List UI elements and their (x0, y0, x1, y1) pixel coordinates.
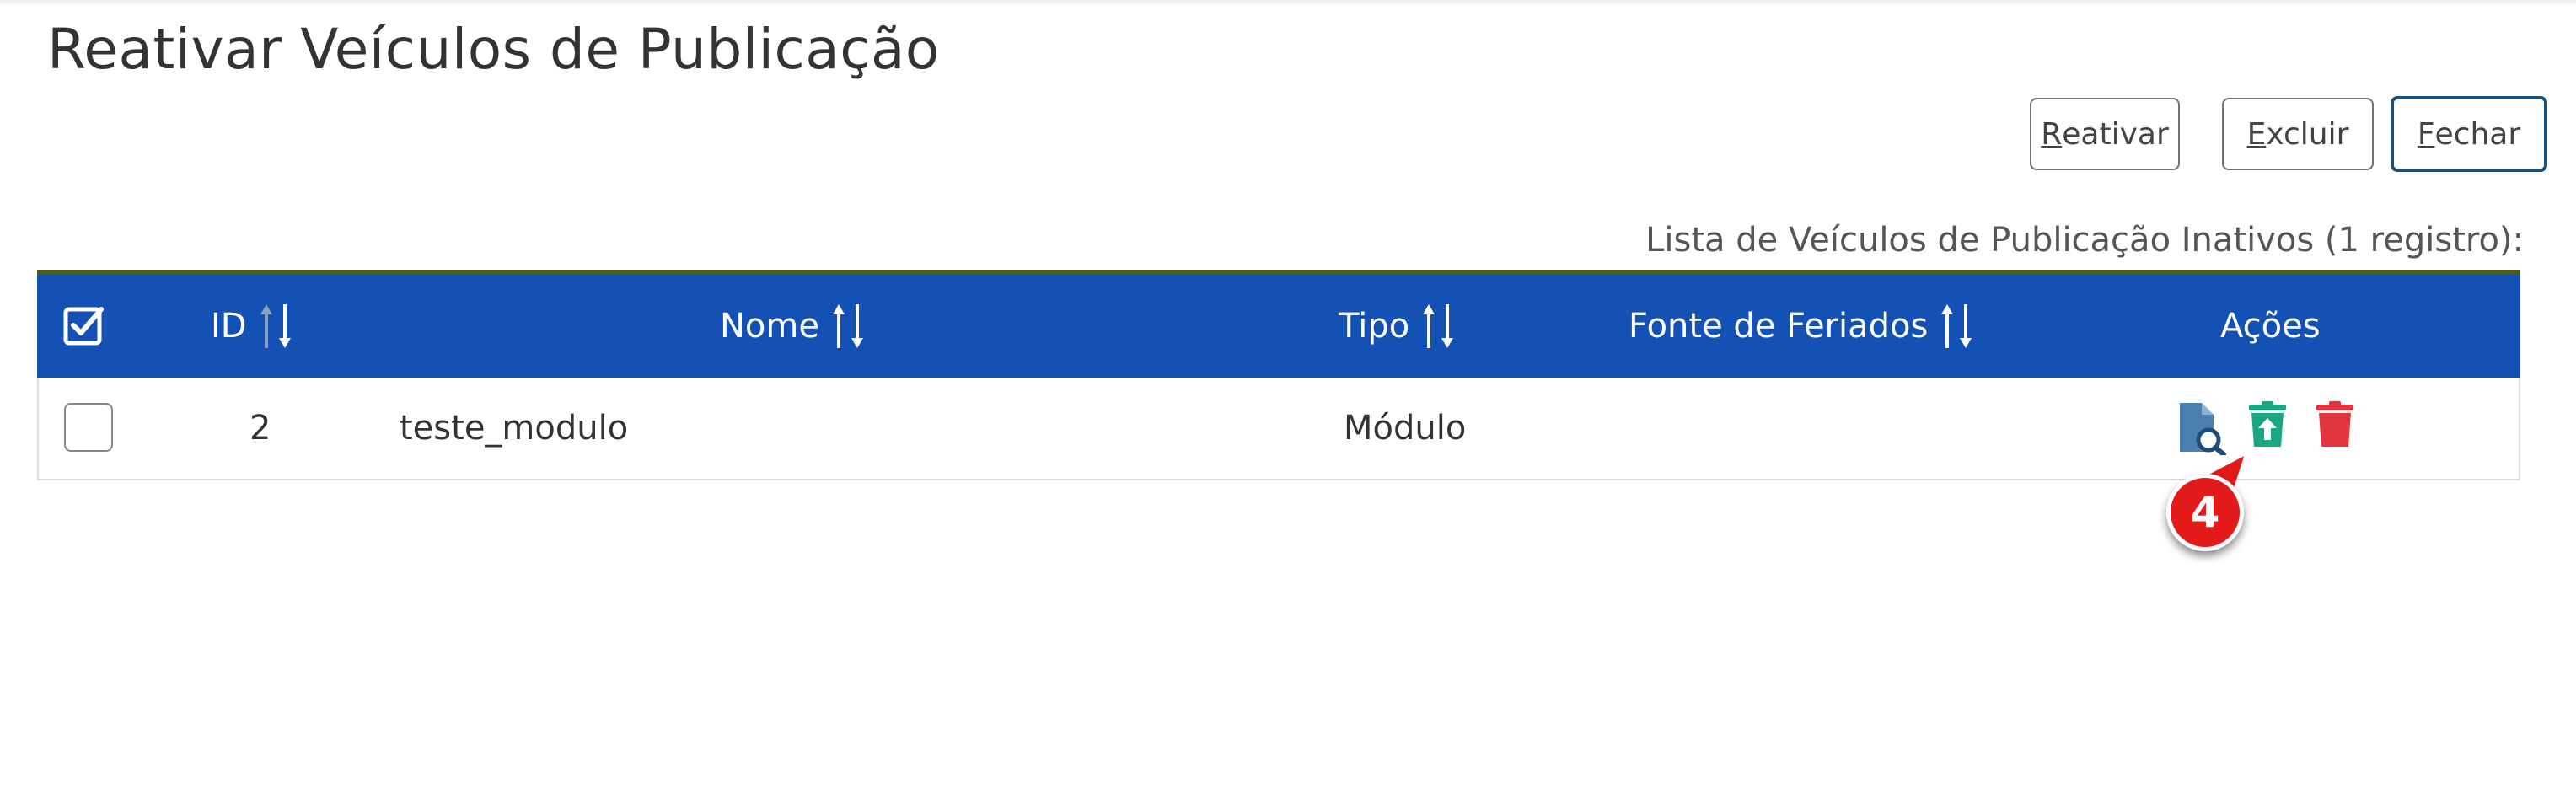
sort-icon (831, 303, 865, 350)
table-header: ID Nome Tipo Fonte de Feriados Ações (37, 275, 2520, 378)
trash-icon (2316, 401, 2353, 447)
excluir-label: xcluir (2266, 116, 2349, 152)
sort-icon (1421, 303, 1455, 350)
reativar-button[interactable]: Reativar (2030, 98, 2180, 170)
fechar-accel: F (2417, 116, 2435, 152)
page-title: Reativar Veículos de Publicação (47, 17, 940, 82)
column-header-id-label: ID (211, 307, 247, 346)
column-header-fonte-feriados[interactable]: Fonte de Feriados (1629, 275, 1973, 378)
document-search-icon (2180, 403, 2226, 457)
reativar-accel: R (2041, 116, 2063, 152)
cell-tipo: Módulo (1344, 409, 1467, 448)
table-caption: Lista de Veículos de Publicação Inativos… (1645, 221, 2524, 260)
fechar-button[interactable]: Fechar (2391, 96, 2547, 172)
step-callout-badge: 4 (2166, 474, 2244, 551)
excluir-accel: E (2246, 116, 2267, 152)
reactivate-action[interactable] (2247, 401, 2288, 452)
column-header-acoes: Ações (2220, 307, 2321, 346)
fechar-label: echar (2434, 116, 2521, 152)
table-row: 2 teste_modulo Módulo (37, 378, 2520, 480)
excluir-button[interactable]: Excluir (2222, 98, 2374, 170)
top-edge (0, 0, 2576, 5)
column-header-fonte-label: Fonte de Feriados (1629, 307, 1929, 346)
cell-id: 2 (250, 409, 271, 448)
row-checkbox[interactable] (64, 403, 113, 452)
sort-icon (1940, 303, 1973, 350)
cell-nome: teste_modulo (400, 409, 629, 448)
column-header-nome[interactable]: Nome (720, 275, 865, 378)
reactivate-trash-icon (2249, 401, 2286, 447)
reativar-label: eativar (2062, 116, 2169, 152)
column-header-id[interactable]: ID (211, 275, 292, 378)
select-all-checkbox[interactable] (62, 275, 110, 378)
sort-icon (259, 303, 292, 350)
column-header-tipo[interactable]: Tipo (1339, 275, 1455, 378)
checkbox-checked-icon (63, 307, 104, 346)
column-header-nome-label: Nome (720, 307, 819, 346)
delete-action[interactable] (2315, 401, 2355, 452)
column-header-tipo-label: Tipo (1339, 307, 1410, 346)
view-action[interactable] (2176, 401, 2229, 458)
data-table: ID Nome Tipo Fonte de Feriados Ações 2 t… (37, 270, 2520, 480)
